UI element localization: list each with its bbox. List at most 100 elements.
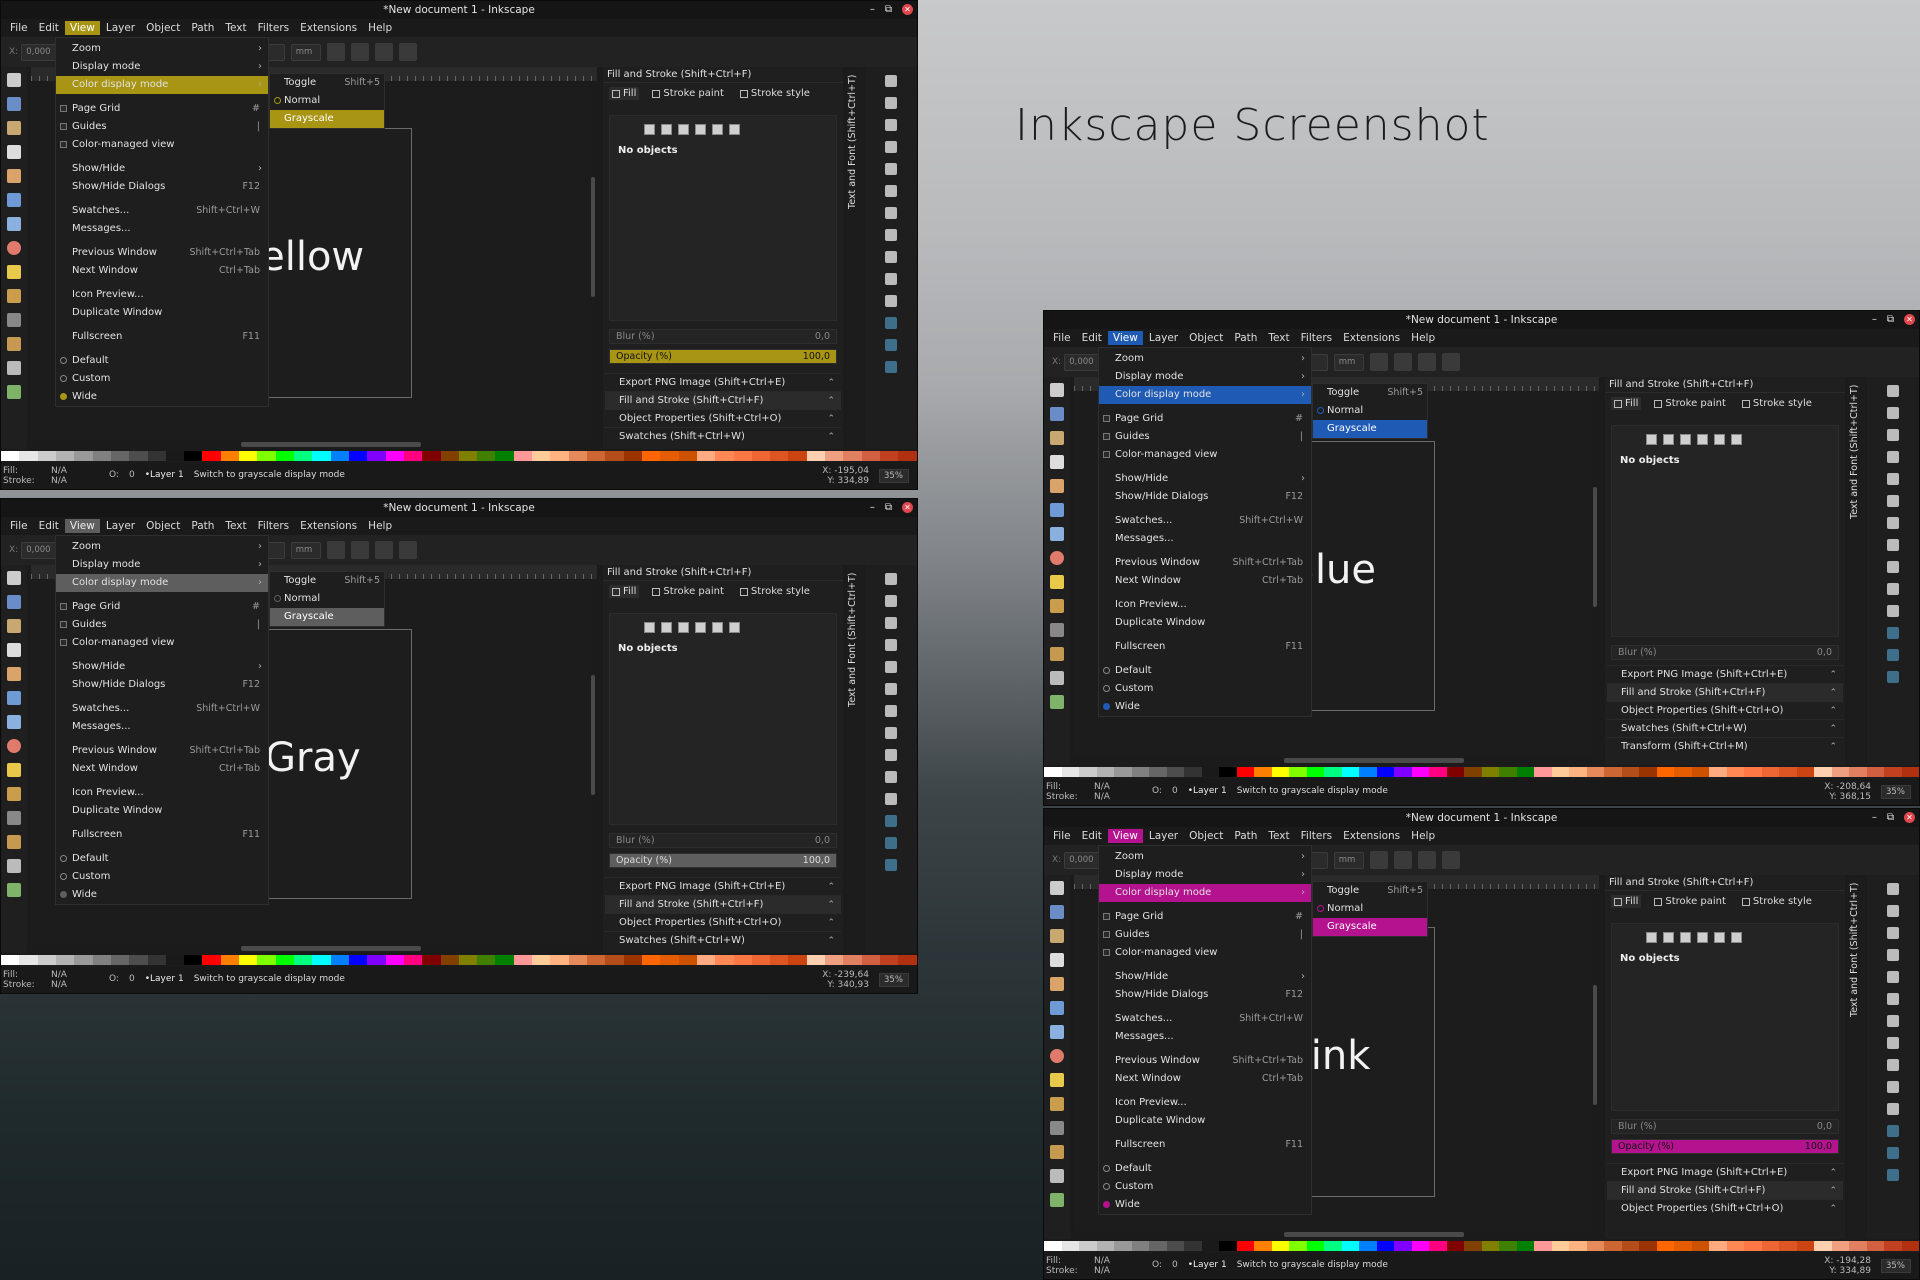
dialog-item-object-properties[interactable]: Object Properties (Shift+Ctrl+O) bbox=[605, 913, 841, 932]
text-font-dialog-tab[interactable]: Text and Font (Shift+Ctrl+T) bbox=[847, 565, 863, 953]
palette-swatch[interactable] bbox=[861, 451, 880, 461]
menu-item-guides[interactable]: Guides | bbox=[1099, 428, 1311, 446]
menu-item-duplicate-window[interactable]: Duplicate Window bbox=[56, 802, 268, 820]
snap-nodes-icon[interactable] bbox=[1887, 649, 1899, 661]
layer-selector[interactable]: •Layer 1 bbox=[1188, 1260, 1227, 1270]
palette-swatch[interactable] bbox=[74, 955, 93, 965]
snap-button-1[interactable] bbox=[326, 541, 345, 559]
tweak-tool-icon[interactable] bbox=[1050, 929, 1064, 943]
menu-item-color-display-mode[interactable]: Color display mode › bbox=[1099, 884, 1311, 902]
menu-item-messages[interactable]: Messages... bbox=[1099, 1028, 1311, 1046]
palette-swatch[interactable] bbox=[641, 451, 661, 461]
palette-swatch[interactable] bbox=[1796, 1241, 1814, 1251]
menu-item-display-mode[interactable]: Display mode › bbox=[56, 556, 268, 574]
rectangle-tool-icon[interactable] bbox=[1050, 503, 1064, 517]
palette-swatch[interactable] bbox=[788, 955, 807, 965]
palette-swatch[interactable] bbox=[1656, 767, 1674, 777]
opacity-short-value[interactable]: 0 bbox=[129, 974, 135, 984]
tab-stroke-style[interactable]: Stroke style bbox=[737, 87, 813, 100]
menu-item-show-hide-dialogs[interactable]: Show/Hide Dialogs F12 bbox=[56, 676, 268, 694]
palette-swatch[interactable] bbox=[1131, 767, 1149, 777]
cut-icon[interactable] bbox=[1887, 583, 1899, 595]
palette-swatch[interactable] bbox=[751, 451, 771, 461]
3d-box-tool-icon[interactable] bbox=[7, 715, 21, 729]
submenu-item-normal[interactable]: Normal bbox=[1313, 900, 1427, 918]
ellipse-tool-icon[interactable] bbox=[7, 241, 21, 255]
palette-swatch[interactable] bbox=[843, 451, 862, 461]
palette-swatch[interactable] bbox=[147, 451, 166, 461]
rectangle-tool-icon[interactable] bbox=[1050, 1001, 1064, 1015]
dialog-item-export-png[interactable]: Export PNG Image (Shift+Ctrl+E) bbox=[1607, 665, 1843, 684]
palette-swatch[interactable] bbox=[1201, 767, 1219, 777]
palette-swatch[interactable] bbox=[1219, 767, 1237, 777]
minimize-button[interactable]: – bbox=[1872, 311, 1877, 329]
pen-tool-icon[interactable] bbox=[7, 313, 21, 327]
palette-swatch[interactable] bbox=[1691, 767, 1709, 777]
palette-swatch[interactable] bbox=[806, 451, 826, 461]
layer-selector[interactable]: •Layer 1 bbox=[145, 470, 184, 480]
palette-swatch[interactable] bbox=[733, 955, 752, 965]
menu-text[interactable]: Text bbox=[1263, 331, 1294, 345]
maximize-button[interactable]: ⧉ bbox=[885, 1, 892, 19]
no-paint-button[interactable] bbox=[644, 124, 655, 135]
horizontal-scrollbar[interactable] bbox=[1284, 758, 1464, 763]
palette-swatch[interactable] bbox=[568, 451, 587, 461]
measure-tool-icon[interactable] bbox=[1050, 479, 1064, 493]
dialog-item-export-png[interactable]: Export PNG Image (Shift+Ctrl+E) bbox=[605, 373, 841, 392]
palette-swatch[interactable] bbox=[422, 955, 441, 965]
palette-swatch[interactable] bbox=[1201, 1241, 1219, 1251]
palette-swatch[interactable] bbox=[1096, 767, 1114, 777]
palette-swatch[interactable] bbox=[147, 955, 166, 965]
maximize-button[interactable]: ⧉ bbox=[1887, 311, 1894, 329]
import-icon[interactable] bbox=[1887, 473, 1899, 485]
menu-help[interactable]: Help bbox=[1406, 829, 1440, 843]
palette-swatch[interactable] bbox=[312, 451, 331, 461]
export-icon[interactable] bbox=[1887, 993, 1899, 1005]
horizontal-scrollbar[interactable] bbox=[241, 442, 421, 447]
palette-swatch[interactable] bbox=[1, 451, 20, 461]
menu-item-messages[interactable]: Messages... bbox=[1099, 530, 1311, 548]
palette-swatch[interactable] bbox=[1184, 1241, 1202, 1251]
menu-item-previous-window[interactable]: Previous Window Shift+Ctrl+Tab bbox=[1099, 1052, 1311, 1070]
palette-swatch[interactable] bbox=[1289, 767, 1307, 777]
snap-button-1[interactable] bbox=[1369, 851, 1388, 869]
palette-swatch[interactable] bbox=[367, 955, 386, 965]
snap-nodes-icon[interactable] bbox=[885, 339, 897, 351]
menu-item-default[interactable]: Default bbox=[1099, 1160, 1311, 1178]
color-palette[interactable] bbox=[1, 955, 917, 965]
radial-gradient-button[interactable] bbox=[695, 124, 706, 135]
palette-swatch[interactable] bbox=[257, 451, 276, 461]
menu-item-display-mode[interactable]: Display mode › bbox=[1099, 866, 1311, 884]
palette-swatch[interactable] bbox=[1341, 767, 1359, 777]
snap-button-2[interactable] bbox=[1393, 851, 1412, 869]
menu-item-guides[interactable]: Guides | bbox=[1099, 926, 1311, 944]
new-document-icon[interactable] bbox=[885, 573, 897, 585]
copy-icon[interactable] bbox=[885, 251, 897, 263]
menu-edit[interactable]: Edit bbox=[34, 21, 64, 35]
pattern-button[interactable] bbox=[712, 124, 723, 135]
dialog-item-swatches[interactable]: Swatches (Shift+Ctrl+W) bbox=[605, 931, 841, 950]
palette-swatch[interactable] bbox=[1219, 1241, 1237, 1251]
palette-swatch[interactable] bbox=[1849, 1241, 1867, 1251]
palette-swatch[interactable] bbox=[1324, 1241, 1342, 1251]
palette-swatch[interactable] bbox=[1271, 767, 1289, 777]
submenu-item-toggle[interactable]: Toggle Shift+5 bbox=[1313, 384, 1427, 402]
selector-tool-icon[interactable] bbox=[1050, 383, 1064, 397]
tab-fill[interactable]: Fill bbox=[609, 585, 640, 598]
menu-item-display-mode[interactable]: Display mode › bbox=[1099, 368, 1311, 386]
menu-item-default[interactable]: Default bbox=[56, 850, 268, 868]
text-tool-icon[interactable] bbox=[1050, 671, 1064, 685]
copy-icon[interactable] bbox=[1887, 1059, 1899, 1071]
palette-swatch[interactable] bbox=[403, 955, 423, 965]
palette-swatch[interactable] bbox=[1271, 1241, 1289, 1251]
palette-swatch[interactable] bbox=[403, 451, 423, 461]
color-palette[interactable] bbox=[1044, 767, 1919, 777]
tab-stroke-style[interactable]: Stroke style bbox=[1739, 895, 1815, 908]
zoom-field[interactable]: 35% bbox=[1881, 785, 1911, 799]
menu-file[interactable]: File bbox=[5, 21, 33, 35]
menu-view[interactable]: View bbox=[1107, 829, 1143, 843]
opacity-short-value[interactable]: 0 bbox=[1172, 786, 1178, 796]
palette-swatch[interactable] bbox=[1534, 1241, 1552, 1251]
menu-filters[interactable]: Filters bbox=[1296, 331, 1337, 345]
dialog-item-object-properties[interactable]: Object Properties (Shift+Ctrl+O) bbox=[605, 409, 841, 428]
